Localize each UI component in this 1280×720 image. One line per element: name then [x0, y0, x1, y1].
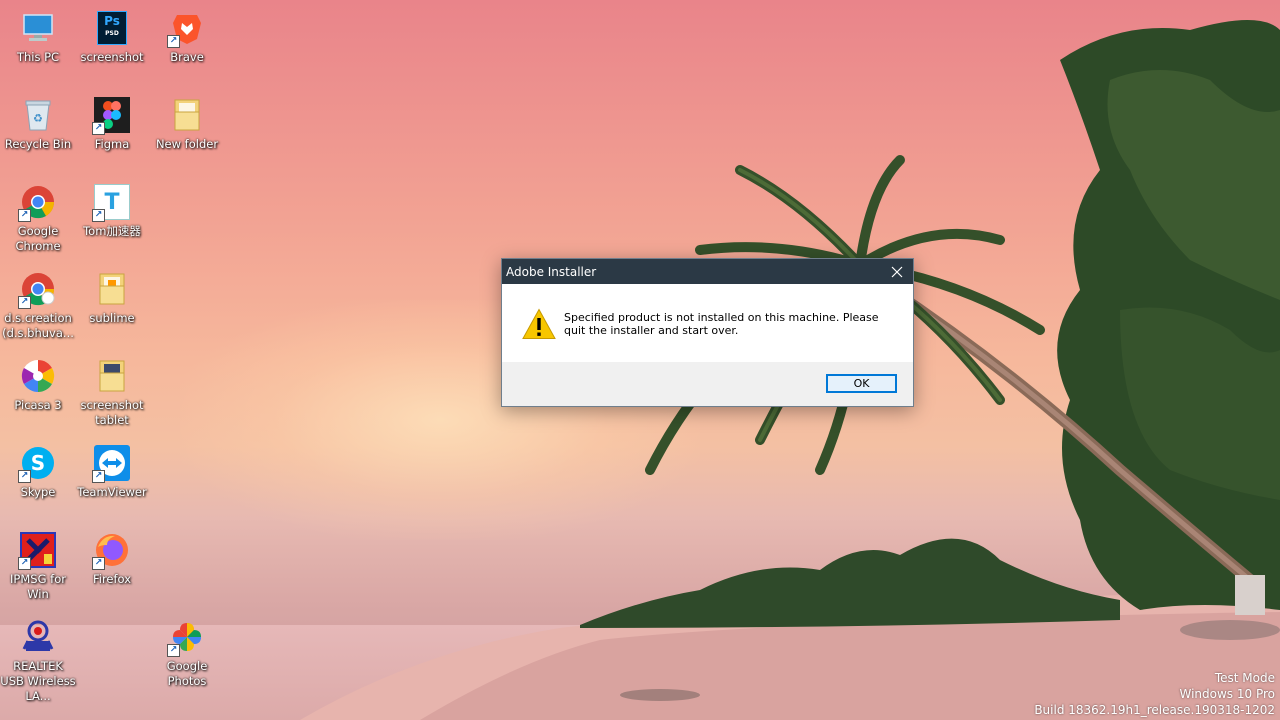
desktop-icon-skype[interactable]: S ↗ Skype — [0, 437, 76, 519]
realtek-icon — [20, 619, 56, 655]
desktop-icon-recycle-bin[interactable]: ♻ Recycle Bin — [0, 89, 76, 171]
desktop-icon-label: This PC — [16, 50, 60, 64]
psd-glyph-text: PSD — [105, 30, 119, 37]
desktop-icon-firefox[interactable]: ↗ Firefox — [74, 524, 150, 606]
desktop-icon-screenshot-tablet[interactable]: screenshot tablet — [74, 350, 150, 432]
desktop-icon-label: Recycle Bin — [4, 137, 72, 151]
dialog-title: Adobe Installer — [506, 264, 597, 279]
windows-watermark: Test Mode Windows 10 Pro Build 18362.19h… — [1034, 670, 1275, 718]
desktop-icon-label: Tom加速器 — [83, 224, 141, 238]
dialog-message: Specified product is not installed on th… — [564, 311, 879, 337]
desktop-icon-sublime[interactable]: sublime — [74, 263, 150, 345]
picasa-icon — [20, 358, 56, 394]
dialog-body: Specified product is not installed on th… — [502, 284, 913, 361]
desktop-icon-label: Skype — [20, 485, 56, 499]
close-icon — [891, 266, 903, 277]
watermark-build: Build 18362.19h1_release.190318-1202 — [1034, 703, 1275, 717]
desktop-icon-teamviewer[interactable]: ↗ TeamViewer — [74, 437, 150, 519]
desktop-icon-label: Figma — [94, 137, 130, 151]
photoshop-glyph-text: Ps — [104, 14, 120, 28]
desktop-icon-new-folder[interactable]: New folder — [149, 89, 225, 171]
dialog-footer: OK — [502, 362, 913, 406]
desktop-icon-label: screenshot tablet — [80, 398, 144, 427]
desktop[interactable]: This PC Ps PSD screenshot ↗ Brave ♻ Recy… — [0, 0, 1280, 720]
recycle-bin-icon: ♻ — [20, 97, 56, 133]
desktop-icon-label: Google Chrome — [15, 224, 61, 253]
this-pc-icon — [20, 10, 56, 46]
desktop-icon-label: Brave — [170, 50, 204, 64]
folder-icon — [94, 358, 130, 394]
folder-icon — [94, 271, 130, 307]
desktop-icon-brave[interactable]: ↗ Brave — [149, 2, 225, 84]
photoshop-icon: Ps PSD — [94, 10, 130, 46]
desktop-icon-label: sublime — [89, 311, 135, 325]
ok-button[interactable]: OK — [826, 374, 897, 393]
warning-icon — [522, 308, 556, 339]
figma-icon: ↗ — [92, 97, 130, 135]
close-button[interactable] — [881, 259, 913, 284]
firefox-icon: ↗ — [92, 532, 130, 570]
desktop-icon-label: d.s.creation (d.s.bhuva... — [2, 311, 74, 340]
desktop-icon-label: IPMSG for Win — [10, 572, 66, 601]
desktop-icon-this-pc[interactable]: This PC — [0, 2, 76, 84]
desktop-icon-label: TeamViewer — [77, 485, 147, 499]
desktop-icon-label: New folder — [155, 137, 219, 151]
desktop-icon-screenshot[interactable]: Ps PSD screenshot — [74, 2, 150, 84]
tom-accelerator-icon: T ↗ — [92, 184, 130, 222]
desktop-icons: This PC Ps PSD screenshot ↗ Brave ♻ Recy… — [0, 0, 230, 720]
watermark-test-mode: Test Mode — [1214, 671, 1275, 685]
desktop-icon-label: Firefox — [92, 572, 132, 586]
brave-icon: ↗ — [167, 10, 205, 48]
google-photos-icon: ↗ — [167, 619, 205, 657]
watermark-edition: Windows 10 Pro — [1179, 687, 1275, 701]
desktop-icon-ds-creation[interactable]: ↗ d.s.creation (d.s.bhuva... — [0, 263, 76, 345]
folder-icon — [169, 97, 205, 133]
svg-text:♻: ♻ — [33, 112, 43, 125]
ipmsg-icon: ↗ — [18, 532, 56, 570]
desktop-icon-google-chrome[interactable]: ↗ Google Chrome — [0, 176, 76, 258]
teamviewer-icon: ↗ — [92, 445, 130, 483]
desktop-icon-tom-accelerator[interactable]: T ↗ Tom加速器 — [74, 176, 150, 258]
chrome-profile-icon: ↗ — [18, 271, 56, 309]
dialog-titlebar[interactable]: Adobe Installer — [502, 259, 913, 284]
chrome-icon: ↗ — [18, 184, 56, 222]
desktop-icon-ipmsg[interactable]: ↗ IPMSG for Win — [0, 524, 76, 606]
desktop-icon-realtek[interactable]: REALTEK USB Wireless LA... — [0, 611, 76, 703]
desktop-icon-label: REALTEK USB Wireless LA... — [0, 659, 76, 703]
desktop-icon-google-photos[interactable]: ↗ Google Photos — [149, 611, 225, 693]
desktop-icon-label: Picasa 3 — [14, 398, 62, 412]
adobe-installer-dialog: Adobe Installer Specified product is not… — [501, 258, 914, 407]
desktop-icon-label: Google Photos — [166, 659, 208, 688]
desktop-icon-picasa[interactable]: Picasa 3 — [0, 350, 76, 432]
desktop-icon-figma[interactable]: ↗ Figma — [74, 89, 150, 171]
desktop-icon-label: screenshot — [80, 50, 144, 64]
skype-icon: S ↗ — [18, 445, 56, 483]
